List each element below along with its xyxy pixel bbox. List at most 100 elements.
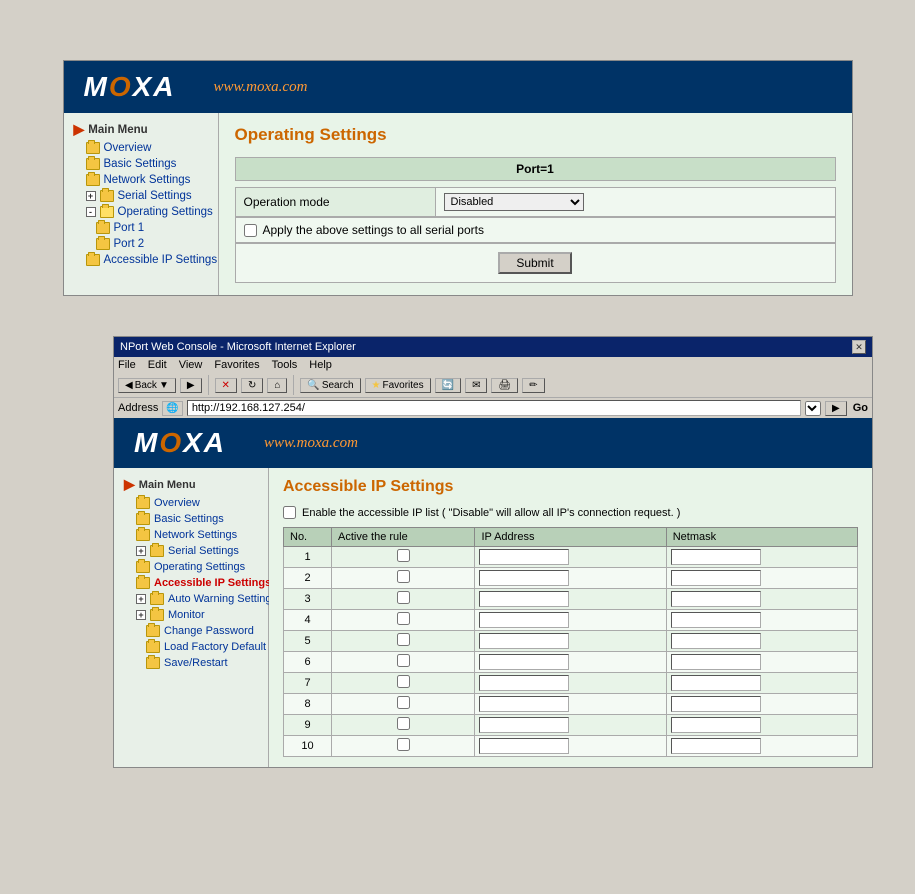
active-checkbox-5[interactable] xyxy=(397,633,410,646)
row-mask-7 xyxy=(666,673,857,694)
active-checkbox-6[interactable] xyxy=(397,654,410,667)
ip-input-10[interactable] xyxy=(479,738,569,754)
mask-input-3[interactable] xyxy=(671,591,761,607)
b-sidebar-item-overview[interactable]: Overview xyxy=(114,495,268,511)
b-sidebar-item-serial-settings[interactable]: + Serial Settings xyxy=(114,543,268,559)
expand-icon[interactable]: + xyxy=(136,546,146,556)
b-sidebar-item-load-factory[interactable]: Load Factory Default xyxy=(114,639,268,655)
mask-input-9[interactable] xyxy=(671,717,761,733)
menu-file[interactable]: File xyxy=(118,359,136,371)
b-sidebar-item-accessible-ip[interactable]: Accessible IP Settings xyxy=(114,575,268,591)
active-checkbox-3[interactable] xyxy=(397,591,410,604)
table-row: 9 xyxy=(284,715,858,736)
sidebar-item-operating-settings[interactable]: - Operating Settings xyxy=(64,204,218,220)
mail-button[interactable]: ✉ xyxy=(465,378,487,393)
mask-input-7[interactable] xyxy=(671,675,761,691)
page-title: Operating Settings xyxy=(235,125,836,145)
ip-input-3[interactable] xyxy=(479,591,569,607)
b-sidebar-item-auto-warning[interactable]: + Auto Warning Settings xyxy=(114,591,268,607)
menu-tools[interactable]: Tools xyxy=(272,359,298,371)
go-arrow-button[interactable]: ▶ xyxy=(825,401,847,416)
browser-menubar: File Edit View Favorites Tools Help xyxy=(114,357,872,373)
sidebar-item-port2[interactable]: Port 2 xyxy=(64,236,218,252)
sidebar-item-serial-settings[interactable]: + Serial Settings xyxy=(64,188,218,204)
search-button[interactable]: 🔍 Search xyxy=(300,378,360,393)
folder-icon xyxy=(146,657,160,669)
section-header: Port=1 xyxy=(235,157,836,181)
active-checkbox-9[interactable] xyxy=(397,717,410,730)
b-sidebar-item-monitor[interactable]: + Monitor xyxy=(114,607,268,623)
expand-icon[interactable]: - xyxy=(86,207,96,217)
stop-button[interactable]: ✕ xyxy=(215,378,237,393)
mask-input-6[interactable] xyxy=(671,654,761,670)
operation-mode-select[interactable]: Disabled Real COM mode TCP Server mode T… xyxy=(444,193,584,211)
ip-input-7[interactable] xyxy=(479,675,569,691)
history-button[interactable]: 🔄 xyxy=(435,378,461,393)
b-sidebar-item-network-settings[interactable]: Network Settings xyxy=(114,527,268,543)
address-dropdown[interactable] xyxy=(805,401,821,416)
ip-input-5[interactable] xyxy=(479,633,569,649)
home-button[interactable]: ⌂ xyxy=(267,378,287,393)
row-active-4 xyxy=(332,610,475,631)
forward-arrow-icon: ▶ xyxy=(187,380,195,391)
row-mask-6 xyxy=(666,652,857,673)
expand-icon[interactable]: + xyxy=(86,191,96,201)
row-no-6: 6 xyxy=(284,652,332,673)
active-checkbox-7[interactable] xyxy=(397,675,410,688)
ip-input-2[interactable] xyxy=(479,570,569,586)
menu-view[interactable]: View xyxy=(179,359,203,371)
edit-page-button[interactable]: ✏ xyxy=(522,378,544,393)
sidebar-item-basic-settings[interactable]: Basic Settings xyxy=(64,156,218,172)
active-checkbox-8[interactable] xyxy=(397,696,410,709)
mask-input-2[interactable] xyxy=(671,570,761,586)
table-row: 7 xyxy=(284,673,858,694)
b-sidebar-item-change-password[interactable]: Change Password xyxy=(114,623,268,639)
mask-input-1[interactable] xyxy=(671,549,761,565)
apply-all-checkbox[interactable] xyxy=(244,224,257,237)
b-sidebar-item-save-restart[interactable]: Save/Restart xyxy=(114,655,268,671)
apply-all-label: Apply the above settings to all serial p… xyxy=(263,223,484,237)
menu-edit[interactable]: Edit xyxy=(148,359,167,371)
mask-input-4[interactable] xyxy=(671,612,761,628)
forward-button[interactable]: ▶ xyxy=(180,378,202,393)
sidebar-item-overview[interactable]: Overview xyxy=(64,140,218,156)
enable-row: Enable the accessible IP list ( "Disable… xyxy=(283,506,858,519)
mask-input-5[interactable] xyxy=(671,633,761,649)
ip-table: No. Active the rule IP Address Netmask 1… xyxy=(283,527,858,757)
sidebar-item-accessible-ip[interactable]: Accessible IP Settings xyxy=(64,252,218,268)
browser-content: MOXA www.moxa.com ▶ Main Menu Overview B… xyxy=(114,418,872,767)
ip-input-6[interactable] xyxy=(479,654,569,670)
col-ip: IP Address xyxy=(475,528,666,547)
expand-icon[interactable]: + xyxy=(136,610,146,620)
b-sidebar-item-basic-settings[interactable]: Basic Settings xyxy=(114,511,268,527)
active-checkbox-10[interactable] xyxy=(397,738,410,751)
menu-favorites[interactable]: Favorites xyxy=(214,359,259,371)
submit-button[interactable]: Submit xyxy=(498,252,571,274)
back-dropdown-icon: ▼ xyxy=(159,380,169,391)
refresh-button[interactable]: ↻ xyxy=(241,378,263,393)
address-input[interactable] xyxy=(187,400,801,416)
enable-ip-list-checkbox[interactable] xyxy=(283,506,296,519)
row-active-5 xyxy=(332,631,475,652)
ip-input-1[interactable] xyxy=(479,549,569,565)
ip-input-8[interactable] xyxy=(479,696,569,712)
print-button[interactable]: 🖨 xyxy=(491,378,518,393)
back-button[interactable]: ◀ Back ▼ xyxy=(118,378,176,393)
b-sidebar-item-operating-settings[interactable]: Operating Settings xyxy=(114,559,268,575)
active-checkbox-1[interactable] xyxy=(397,549,410,562)
menu-help[interactable]: Help xyxy=(309,359,332,371)
sidebar-item-network-settings[interactable]: Network Settings xyxy=(64,172,218,188)
stop-icon: ✕ xyxy=(222,380,230,391)
mask-input-8[interactable] xyxy=(671,696,761,712)
active-checkbox-2[interactable] xyxy=(397,570,410,583)
submit-row: Submit xyxy=(235,243,836,283)
favorites-button[interactable]: ★ Favorites xyxy=(365,378,431,393)
browser-close-button[interactable]: ✕ xyxy=(852,340,866,354)
ip-input-4[interactable] xyxy=(479,612,569,628)
expand-icon[interactable]: + xyxy=(136,594,146,604)
table-row: 10 xyxy=(284,736,858,757)
mask-input-10[interactable] xyxy=(671,738,761,754)
ip-input-9[interactable] xyxy=(479,717,569,733)
sidebar-item-port1[interactable]: Port 1 xyxy=(64,220,218,236)
active-checkbox-4[interactable] xyxy=(397,612,410,625)
